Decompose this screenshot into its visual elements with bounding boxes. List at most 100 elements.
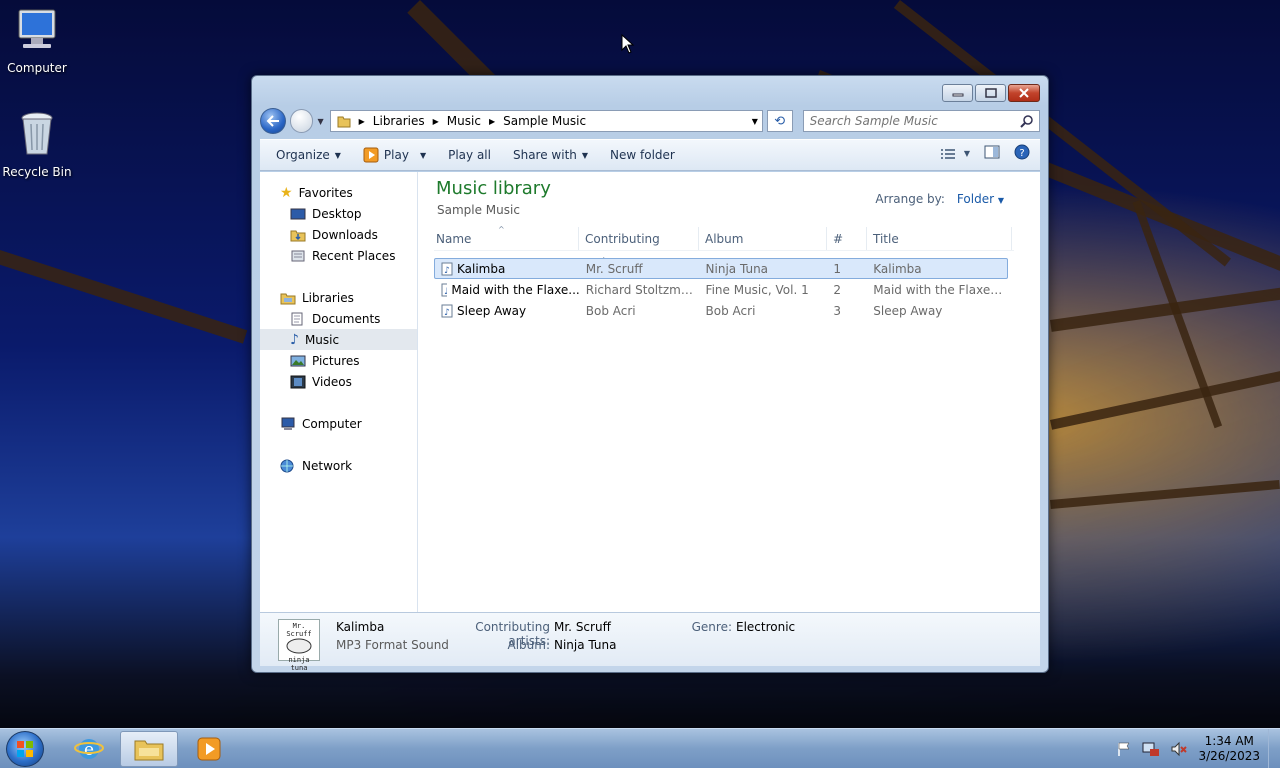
pictures-icon <box>290 355 306 366</box>
nav-item-libraries[interactable]: Libraries <box>260 287 417 308</box>
forward-button[interactable] <box>289 109 314 133</box>
breadcrumb-separator-icon[interactable]: ▶ <box>433 117 439 126</box>
chevron-down-icon: ▼ <box>581 150 589 160</box>
nav-item-downloads[interactable]: Downloads <box>260 224 417 245</box>
start-button[interactable] <box>6 731 44 767</box>
column-header-contributing-artists[interactable]: Contributing artists <box>579 227 699 270</box>
album-art-image <box>286 638 312 654</box>
nav-item-label: Desktop <box>312 206 362 221</box>
minimize-button[interactable] <box>942 84 973 102</box>
nav-item-desktop[interactable]: Desktop <box>260 203 417 224</box>
nav-item-computer[interactable]: Computer <box>260 413 417 434</box>
album-art-text: Mr. Scruff <box>286 622 312 638</box>
column-header-name[interactable]: Name ^ <box>434 225 579 250</box>
file-album: Bob Acri <box>705 303 756 318</box>
taskbar-media-player[interactable] <box>180 731 238 767</box>
play-button[interactable]: Play ▼ <box>355 142 434 168</box>
volume-muted-icon[interactable] <box>1170 741 1188 757</box>
album-art-thumbnail: Mr. Scruff ninja tuna <box>278 619 320 672</box>
nav-item-label: Documents <box>312 311 381 326</box>
taskbar-internet-explorer[interactable]: e <box>60 731 118 767</box>
recent-places-icon <box>291 250 305 261</box>
back-arrow-icon <box>266 115 279 127</box>
details-album-value[interactable]: Ninja Tuna <box>554 638 617 652</box>
maximize-icon <box>984 88 997 98</box>
breadcrumb-libraries[interactable]: Libraries <box>373 114 425 128</box>
close-button[interactable] <box>1008 84 1040 102</box>
file-track-number: 2 <box>833 282 841 297</box>
music-note-icon: ♪ <box>290 331 299 348</box>
address-bar[interactable]: ▶ Libraries ▶ Music ▶ Sample Music ▼ <box>329 110 763 132</box>
preview-pane-button[interactable] <box>984 145 1000 162</box>
arrange-by-value: Folder <box>956 192 995 206</box>
file-name: Sleep Away <box>457 303 527 318</box>
refresh-icon: ⟲ <box>774 113 786 129</box>
show-desktop-button[interactable] <box>1268 729 1280 768</box>
details-pane: Mr. Scruff ninja tuna Kalimba MP3 Format… <box>260 612 1040 672</box>
column-header-album[interactable]: Album <box>699 227 827 250</box>
nav-item-videos[interactable]: Videos <box>260 371 417 392</box>
taskbar: e 1:34 AM 3/26/2023 <box>0 728 1280 768</box>
new-folder-label: New folder <box>610 148 675 162</box>
table-row[interactable]: ♪ Maid with the Flaxe... Richard Stoltzm… <box>434 279 1008 300</box>
desktop-icon-recycle-bin[interactable]: Recycle Bin <box>0 110 74 179</box>
organize-button[interactable]: Organize ▼ <box>268 142 349 168</box>
file-artist: Richard Stoltzman... <box>585 282 700 297</box>
recent-pages-dropdown-icon[interactable]: ▼ <box>317 117 323 126</box>
back-button[interactable] <box>260 108 286 134</box>
column-header-label: Name <box>436 232 472 246</box>
chevron-down-icon: ▼ <box>963 149 970 158</box>
play-all-button[interactable]: Play all <box>440 142 499 168</box>
maximize-button[interactable] <box>975 84 1006 102</box>
nav-item-label: Recent Places <box>312 248 396 263</box>
details-artist-value[interactable]: Mr. Scruff <box>554 620 611 634</box>
clock[interactable]: 1:34 AM 3/26/2023 <box>1198 734 1260 764</box>
nav-item-documents[interactable]: Documents <box>260 308 417 329</box>
taskbar-windows-explorer[interactable] <box>120 731 178 767</box>
column-header-title[interactable]: Title <box>867 227 1012 250</box>
search-input[interactable] <box>809 114 1010 128</box>
network-icon <box>280 459 294 472</box>
details-genre-value[interactable]: Electronic <box>736 620 795 634</box>
refresh-button[interactable]: ⟲ <box>766 110 793 132</box>
nav-item-favorites[interactable]: ★ Favorites <box>260 182 417 203</box>
action-center-flag-icon[interactable] <box>1116 741 1132 757</box>
nav-item-label: Libraries <box>302 290 354 305</box>
table-row[interactable]: ♪ Kalimba Mr. Scruff Ninja Tuna 1 Kalimb… <box>434 258 1008 279</box>
file-track-number: 1 <box>833 261 841 276</box>
close-icon <box>1019 88 1029 98</box>
internet-explorer-icon: e <box>74 739 104 760</box>
file-artist: Bob Acri <box>585 303 636 318</box>
change-view-button[interactable]: ▼ <box>940 148 970 160</box>
new-folder-button[interactable]: New folder <box>602 142 683 168</box>
search-box[interactable] <box>802 110 1040 132</box>
address-dropdown-icon[interactable]: ▼ <box>752 117 758 126</box>
preview-pane-icon <box>984 145 1000 159</box>
column-header-number[interactable]: # <box>827 227 867 250</box>
breadcrumb-separator-icon[interactable]: ▶ <box>359 117 365 126</box>
windows-logo-icon <box>17 741 33 757</box>
breadcrumb-separator-icon[interactable]: ▶ <box>489 117 495 126</box>
nav-item-music[interactable]: ♪ Music <box>260 329 417 350</box>
file-title: Sleep Away <box>873 303 943 318</box>
file-album: Ninja Tuna <box>705 261 769 276</box>
share-with-button[interactable]: Share with ▼ <box>505 142 596 168</box>
nav-item-pictures[interactable]: Pictures <box>260 350 417 371</box>
nav-item-label: Network <box>302 458 353 473</box>
explorer-content: ★ Favorites Desktop Downloads Recent Pla… <box>260 172 1040 612</box>
nav-item-network[interactable]: Network <box>260 455 417 476</box>
breadcrumb-sample-music[interactable]: Sample Music <box>503 114 586 128</box>
desktop-icon-computer[interactable]: Computer <box>0 8 74 75</box>
downloads-folder-icon <box>290 230 306 241</box>
arrange-by-dropdown[interactable]: Folder ▼ <box>957 192 1004 206</box>
nav-item-recent-places[interactable]: Recent Places <box>260 245 417 266</box>
search-icon[interactable] <box>1020 114 1034 128</box>
album-art-text: ninja tuna <box>288 656 310 672</box>
table-row[interactable]: ♪ Sleep Away Bob Acri Bob Acri 3 Sleep A… <box>434 300 1008 321</box>
library-subtitle: Sample Music <box>437 203 520 217</box>
desktop-icon <box>290 208 306 219</box>
network-status-icon[interactable] <box>1142 741 1160 757</box>
nav-item-label: Pictures <box>312 353 360 368</box>
breadcrumb-music[interactable]: Music <box>447 114 481 128</box>
help-button[interactable]: ? <box>1014 144 1030 163</box>
